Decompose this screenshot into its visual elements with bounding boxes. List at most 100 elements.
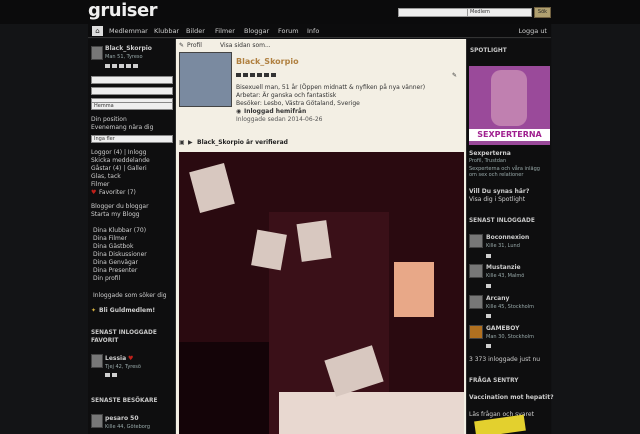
favorite-info: Tjej 42, Tyresö — [105, 364, 141, 370]
quick-search-field-2[interactable] — [91, 87, 173, 95]
profile-link-0[interactable]: Dina Klubbar (70) — [93, 227, 146, 234]
profile-photo[interactable] — [179, 52, 232, 107]
nav-item-pictures[interactable]: Bilder — [186, 27, 205, 35]
profile-friends-icon[interactable] — [264, 73, 269, 77]
links-item-4[interactable]: Filmer — [91, 181, 109, 188]
recent-logged-heading: SENAST INLOGGADE — [469, 218, 535, 224]
recent-user-avatar-1[interactable] — [469, 264, 483, 278]
spotlight-image[interactable]: SEXPERTERNA — [469, 66, 550, 145]
recent-user-info-2: Kille 45, Stockholm — [486, 304, 534, 310]
recent-user-name-2[interactable]: Arcany — [486, 295, 509, 302]
top-bar: gruiser Medlem Sök — [0, 0, 640, 24]
site-logo[interactable]: gruiser — [88, 0, 158, 21]
page-background-left — [0, 24, 88, 434]
profile-about-3: Besöker: Lesbo, Västra Götaland, Sverige — [236, 100, 360, 107]
tab-profile[interactable]: Profil — [187, 42, 202, 49]
profile-name: Black_Skorpio — [236, 57, 299, 66]
blog-link-1[interactable]: Starta my Blogg — [91, 211, 140, 218]
recent-user-name-0[interactable]: Boconnexion — [486, 234, 529, 241]
spotlight-heading: SPOTLIGHT — [470, 48, 507, 54]
visitor-name-link[interactable]: pesaro 50 — [105, 415, 139, 422]
profile-link-6[interactable]: Din profil — [93, 275, 120, 282]
question-title[interactable]: Vaccination mot hepatit? — [469, 394, 554, 401]
recent-user-mail-icon-0[interactable] — [486, 254, 491, 258]
left-sidebar: Black_Skorpio Man 51, Tyreso Hemma Din p… — [88, 39, 176, 434]
chat-icon[interactable] — [112, 64, 117, 68]
profile-link-2[interactable]: Dina Gästbok — [93, 243, 133, 250]
recent-user-avatar-0[interactable] — [469, 234, 483, 248]
profile-chat-icon[interactable] — [243, 73, 248, 77]
links-item-2[interactable]: Gåstar (4) | Galleri — [91, 165, 147, 172]
near-events-select[interactable]: Inga fler — [91, 135, 173, 143]
favorite-chat-icon[interactable] — [112, 373, 117, 377]
links-item-3[interactable]: Glas, tack — [91, 173, 121, 180]
profile-link-5[interactable]: Dina Presenter — [93, 267, 137, 274]
recent-user-mail-icon-1[interactable] — [486, 284, 491, 288]
search-scope-select[interactable]: Medlem — [467, 8, 532, 17]
recent-user-avatar-3[interactable] — [469, 325, 483, 339]
camera-icon[interactable] — [119, 64, 124, 68]
links-item-0[interactable]: Loggor (4) | Inlogg — [91, 149, 146, 156]
gold-member-link[interactable]: Bli Guldmedlem! — [99, 307, 155, 314]
spotlight-banner-text: SEXPERTERNA — [469, 129, 550, 141]
quick-search-field[interactable] — [91, 76, 173, 84]
guestbook-icon[interactable] — [126, 64, 131, 68]
recent-user-mail-icon-3[interactable] — [486, 344, 491, 348]
favorites-link[interactable]: Favoriter (7) — [99, 189, 136, 196]
recent-user-avatar-2[interactable] — [469, 295, 483, 309]
favorite-name-link[interactable]: Lessia — [105, 355, 126, 362]
logout-link[interactable]: Logga ut — [519, 27, 547, 35]
page-background-right — [552, 24, 640, 434]
search-button[interactable]: Sök — [534, 7, 551, 18]
question-heading: FRÅGA SENTRY — [469, 378, 519, 384]
profile-gallery-image[interactable] — [179, 152, 464, 434]
profile-link-4[interactable]: Dina Genvägar — [93, 259, 138, 266]
profile-mail-icon[interactable] — [236, 73, 241, 77]
blog-link-0[interactable]: Blogger du bloggar — [91, 203, 149, 210]
profile-about-1: Bisexuell man, 51 år (Öppen midnatt & ny… — [236, 84, 426, 91]
profile-link-1[interactable]: Dina Filmer — [93, 235, 127, 242]
online-count-link[interactable]: 3 373 inloggade just nu — [469, 356, 540, 363]
visitor-avatar[interactable] — [91, 414, 103, 428]
profile-link-3[interactable]: Dina Diskussioner — [93, 251, 147, 258]
user-avatar[interactable] — [91, 46, 103, 60]
nav-item-blogs[interactable]: Bloggar — [244, 27, 269, 35]
status-select[interactable]: Hemma — [91, 102, 173, 110]
recent-user-name-1[interactable]: Mustanzie — [486, 264, 521, 271]
recent-user-name-3[interactable]: GAMEBOY — [486, 325, 519, 332]
online-status: Inloggad hemifrån — [244, 108, 307, 115]
spotlight-sub: Profil, Trustdan — [469, 158, 507, 164]
friends-icon[interactable] — [133, 64, 138, 68]
nav-item-members[interactable]: Medlemmar — [109, 27, 148, 35]
activity-text: Black_Skorpio är verifierad — [197, 139, 288, 146]
mail-icon[interactable] — [105, 64, 110, 68]
recent-favorite-heading: SENAST INLOGGADE FAVORIT — [91, 330, 157, 344]
spotlight-name[interactable]: Sexperterna — [469, 150, 511, 157]
profile-camera-icon[interactable] — [250, 73, 255, 77]
logged-in-search-link[interactable]: Inloggade som söker dig — [93, 292, 167, 299]
profile-gift-icon[interactable] — [271, 73, 276, 77]
favorite-mail-icon[interactable] — [105, 373, 110, 377]
profile-guestbook-icon[interactable] — [257, 73, 262, 77]
nav-item-clubs[interactable]: Klubbar — [154, 27, 179, 35]
tab-view-as[interactable]: Visa sidan som... — [220, 42, 271, 49]
username-link[interactable]: Black_Skorpio — [105, 45, 152, 52]
favorite-heart-icon: ♥ — [128, 355, 134, 362]
member-since: Inloggade sedan 2014-06-26 — [236, 116, 323, 123]
links-item-1[interactable]: Skicka meddelande — [91, 157, 150, 164]
nav-item-info[interactable]: Info — [307, 27, 319, 35]
recent-user-mail-icon-2[interactable] — [486, 314, 491, 318]
nav-item-forum[interactable]: Forum — [278, 27, 299, 35]
home-icon[interactable]: ⌂ — [92, 26, 103, 36]
edit-icon[interactable]: ✎ — [452, 72, 457, 79]
spotlight-text: Sexperterna och våra inlägg om sex och r… — [469, 166, 540, 178]
nav-item-films[interactable]: Filmer — [215, 27, 235, 35]
favorite-avatar[interactable] — [91, 354, 103, 368]
near-events-link[interactable]: Evenemang nära dig — [91, 124, 153, 131]
recent-visitors-heading: SENASTE BESÖKARE — [91, 398, 158, 404]
my-position-link[interactable]: Din position — [91, 116, 127, 123]
recent-user-info-1: Kille 43, Malmö — [486, 273, 525, 279]
user-location: Man 51, Tyreso — [105, 54, 143, 60]
play-icon: ▶ — [188, 139, 193, 146]
be-seen-link[interactable]: Visa dig i Spotlight — [469, 196, 525, 203]
